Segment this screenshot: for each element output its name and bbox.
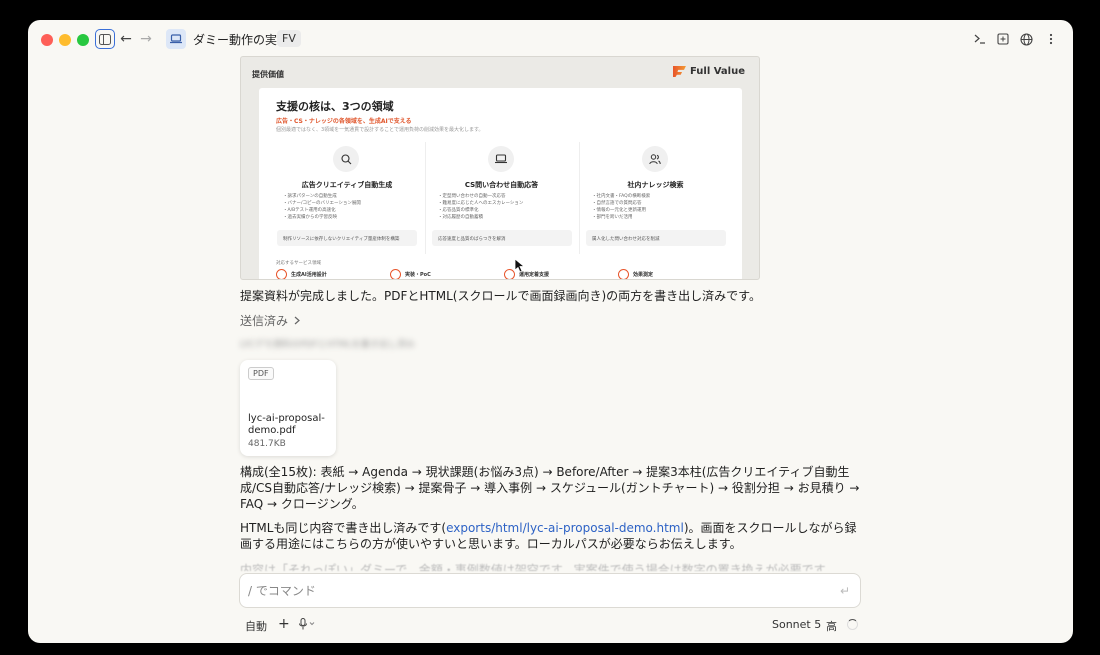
title-bar: ← → ダミー動作の実装 FV — [28, 20, 1073, 58]
service-item: 実装・PoC — [390, 269, 431, 279]
list-item: ・対応履歴の自動蓄積 — [438, 215, 483, 220]
pillar-note: 属人化した問い合わせ対応を削減 — [586, 230, 726, 246]
command-composer[interactable]: ↵ — [239, 573, 861, 608]
more-menu-icon[interactable] — [1042, 30, 1060, 48]
slide-preview-image[interactable]: 提供価値 Full Value 支援の核は、3つの領域 広告・CS・ナレッジの各… — [240, 56, 760, 280]
service-label: 生成AI活用設計 — [291, 272, 327, 278]
effort-selector[interactable]: 高 — [826, 618, 837, 634]
pillar-list: ・訴求パターンの自動生成 ・バナー/コピーのバリエーション展開 ・A/Bテスト運… — [283, 193, 361, 221]
file-name: lyc-ai-proposal-demo.pdf — [248, 413, 325, 436]
add-panel-icon[interactable] — [994, 30, 1012, 48]
pillar-column: 社内ナレッジ検索 ・社内文書・FAQの横断検索 ・自然言語での質問応答 ・情報の… — [579, 142, 731, 254]
service-label: 効果測定 — [633, 272, 654, 278]
file-type-badge: PDF — [248, 367, 274, 380]
pillar-list: ・定型問い合わせの自動一次応答 ・難易度に応じた人へのエスカレーション ・応答品… — [438, 193, 523, 221]
list-item: ・難易度に応じた人へのエスカレーション — [438, 201, 524, 206]
slide-header: 提供価値 Full Value — [241, 57, 759, 87]
pillar-note: 制作リソースに依存しないクリエイティブ量産体制を構築 — [277, 230, 417, 246]
services-label: 対応するサービス領域 — [276, 261, 321, 266]
file-size: 481.7KB — [248, 439, 286, 449]
pillar-title: 社内ナレッジ検索 — [627, 181, 684, 189]
model-selector[interactable]: Sonnet 5 — [772, 618, 821, 631]
minimize-window-button[interactable] — [59, 34, 71, 46]
chevron-right-icon — [294, 314, 300, 328]
list-item: ・応答品質の標準化 — [438, 208, 479, 213]
list-item: ・バナー/コピーのバリエーション展開 — [283, 201, 361, 206]
microphone-icon[interactable] — [298, 618, 316, 633]
pillar-title: 広告クリエイティブ自動生成 — [301, 181, 393, 189]
faded-message: 内容は「それっぽい」ダミーで、金額・事例数値は架空です。実案件で使う場合は数字の… — [240, 563, 837, 571]
list-item: ・社内文書・FAQの横断検索 — [592, 194, 651, 199]
laptop-icon — [166, 29, 186, 49]
pillar-title: CS問い合わせ自動応答 — [464, 181, 539, 189]
file-attachment-card[interactable]: PDF lyc-ai-proposal-demo.pdf 481.7KB — [240, 360, 336, 456]
list-item: ・自然言語での質問応答 — [592, 201, 642, 206]
loading-spinner-icon — [847, 619, 858, 630]
target-icon — [276, 269, 287, 279]
slide-card: 支援の核は、3つの領域 広告・CS・ナレッジの各領域を、生成AIで支える 個別最… — [259, 88, 742, 279]
mode-selector[interactable]: 自動 — [245, 618, 267, 634]
service-item: 効果測定 — [618, 269, 654, 279]
list-item: ・情報の一元化と更新運用 — [592, 208, 646, 213]
forward-arrow-icon[interactable]: → — [138, 30, 154, 48]
project-title[interactable]: ダミー動作の実装 — [193, 31, 289, 48]
pillar-column: 広告クリエイティブ自動生成 ・訴求パターンの自動生成 ・バナー/コピーのバリエー… — [271, 142, 423, 254]
enter-icon[interactable]: ↵ — [840, 584, 850, 598]
composition-message: 構成(全15枚): 表紙 → Agenda → 現状課題(お悩み3点) → Be… — [240, 465, 860, 511]
slide-heading: 支援の核は、3つの領域 — [276, 100, 394, 113]
list-item: ・過去実績からの学習反映 — [283, 215, 337, 220]
pillar-note: 応答速度と品質のばらつきを解消 — [432, 230, 572, 246]
list-item: ・A/Bテスト運用の高速化 — [283, 208, 336, 213]
list-item: ・定型問い合わせの自動一次応答 — [438, 194, 506, 199]
service-label: 実装・PoC — [405, 272, 431, 278]
html-note-prefix: HTMLも同じ内容で書き出し済みです( — [240, 521, 447, 535]
slide-section-label: 提供価値 — [252, 70, 284, 79]
blurred-message: LYCデモ資料のPDFとHTMLを書き出し済み — [240, 340, 415, 350]
nodes-icon — [390, 269, 401, 279]
service-item: 生成AI活用設計 — [276, 269, 327, 279]
slide-subheading: 広告・CS・ナレッジの各領域を、生成AIで支える — [276, 118, 412, 125]
html-note-message: HTMLも同じ内容で書き出し済みです(exports/html/lyc-ai-p… — [240, 520, 860, 552]
chart-icon — [618, 269, 629, 279]
logo-mark-icon — [672, 66, 686, 77]
maximize-window-button[interactable] — [77, 34, 89, 46]
plus-icon[interactable]: + — [278, 616, 290, 632]
app-window: ← → ダミー動作の実装 FV 提供価値 Full Value 支援の核は、3つ… — [28, 20, 1073, 643]
globe-icon[interactable] — [1017, 30, 1035, 48]
laptop-icon — [488, 146, 514, 172]
logo-text: Full Value — [689, 66, 745, 77]
sent-label: 送信済み — [240, 314, 289, 328]
service-item: 運用定着支援 — [504, 269, 549, 279]
users-icon — [642, 146, 668, 172]
project-badge: FV — [277, 30, 301, 47]
sent-toggle[interactable]: 送信済み — [240, 312, 300, 329]
pillar-column: CS問い合わせ自動応答 ・定型問い合わせの自動一次応答 ・難易度に応じた人へのエ… — [425, 142, 577, 254]
close-window-button[interactable] — [41, 34, 53, 46]
html-export-link[interactable]: exports/html/lyc-ai-proposal-demo.html — [446, 521, 684, 535]
back-arrow-icon[interactable]: ← — [118, 30, 134, 48]
sidebar-toggle-icon[interactable] — [95, 29, 115, 49]
search-icon — [333, 146, 359, 172]
terminal-icon[interactable] — [971, 30, 989, 48]
list-item: ・部門を跨いだ活用 — [592, 215, 633, 220]
brand-logo: Full Value — [672, 66, 745, 77]
command-input[interactable] — [248, 582, 808, 600]
composer-footer: 自動 + Sonnet 5 高 — [240, 616, 865, 634]
monitor-icon — [504, 269, 515, 279]
pillar-list: ・社内文書・FAQの横断検索 ・自然言語での質問応答 ・情報の一元化と更新運用 … — [592, 193, 650, 221]
mouse-cursor-icon — [515, 259, 525, 273]
list-item: ・訴求パターンの自動生成 — [283, 194, 337, 199]
assistant-message: 提案資料が完成しました。PDFとHTML(スクロールで画面録画向き)の両方を書き… — [240, 289, 761, 303]
slide-description: 個別最適ではなく、3領域を一気通貫で設計することで運用負荷の削減効果を最大化しま… — [276, 127, 484, 133]
